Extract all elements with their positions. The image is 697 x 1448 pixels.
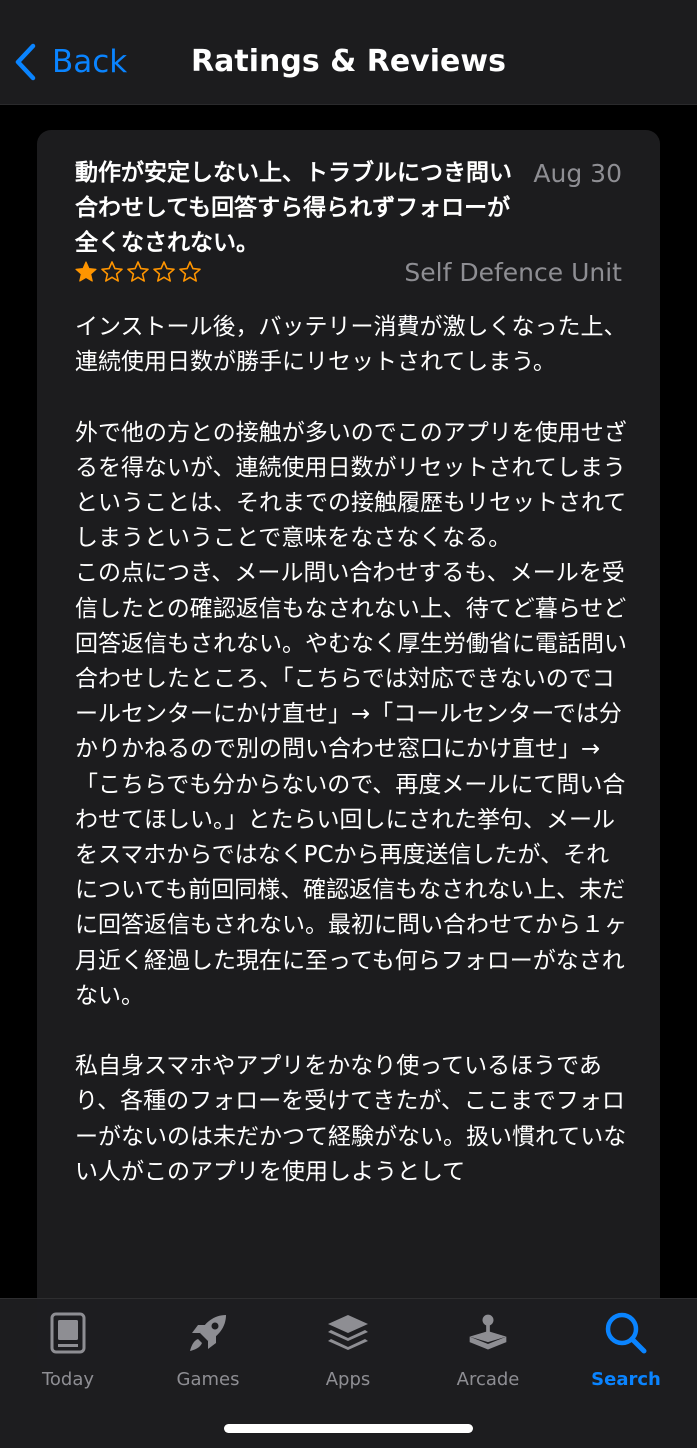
star-rating (74, 260, 202, 284)
review-date: Aug 30 (533, 159, 622, 188)
review-card[interactable]: 動作が安定しない上、トラブルにつき問い合わせしても回答すら得られずフォローが全く… (37, 130, 660, 1370)
today-icon (46, 1311, 90, 1355)
apps-stack-icon (326, 1311, 370, 1355)
star-empty-icon (101, 261, 123, 282)
tab-label: Apps (325, 1369, 371, 1390)
page-title: Ratings & Reviews (191, 44, 506, 79)
star-empty-icon (127, 261, 149, 282)
review-author: Self Defence Unit (404, 258, 622, 287)
star-empty-icon (179, 261, 201, 282)
tab-label: Today (41, 1369, 95, 1390)
joystick-icon (466, 1311, 510, 1355)
review-body: インストール後，バッテリー消費が激しくなった上、連続使用日数が勝手にリセットされ… (75, 314, 627, 1185)
rocket-icon (186, 1311, 230, 1355)
tab-arcade[interactable]: Arcade (428, 1311, 548, 1390)
tab-today[interactable]: Today (8, 1311, 128, 1390)
search-icon (604, 1311, 648, 1355)
tab-label: Search (591, 1369, 661, 1390)
star-filled-icon (75, 261, 97, 282)
tab-label: Arcade (456, 1369, 520, 1390)
tab-games[interactable]: Games (148, 1311, 268, 1390)
ratings-reviews-screen: Back Ratings & Reviews 動作が安定しない上、トラブルにつき… (0, 0, 697, 1448)
home-indicator[interactable] (224, 1424, 473, 1433)
navigation-bar: Back Ratings & Reviews (0, 0, 697, 105)
tab-search[interactable]: Search (566, 1311, 686, 1390)
review-title: 動作が安定しない上、トラブルにつき問い合わせしても回答すら得られずフォローが全く… (75, 160, 512, 256)
tab-label: Games (176, 1369, 240, 1390)
tab-apps[interactable]: Apps (288, 1311, 408, 1390)
star-empty-icon (153, 261, 175, 282)
